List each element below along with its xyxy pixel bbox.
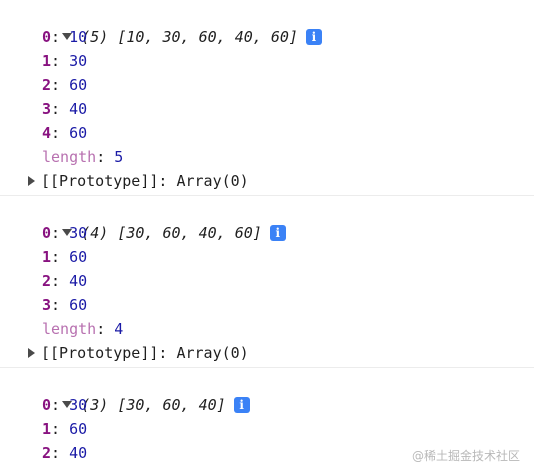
prototype-label: [[Prototype]] bbox=[41, 344, 159, 362]
array-length: length: 5 bbox=[42, 148, 124, 166]
array-summary[interactable]: (5) [10, 30, 60, 40, 60] i bbox=[0, 0, 534, 46]
item-key: 1 bbox=[42, 248, 52, 266]
array-summary[interactable]: (3) [30, 60, 40] i bbox=[0, 368, 534, 414]
item-key: 1 bbox=[42, 420, 52, 438]
item-value: 10 bbox=[69, 28, 88, 46]
item-value: 40 bbox=[69, 444, 88, 462]
item-key: 3 bbox=[42, 100, 52, 118]
item-value: 60 bbox=[69, 420, 88, 438]
item-value: 30 bbox=[69, 396, 88, 414]
array-length: length: 4 bbox=[42, 320, 124, 338]
array-log-entry: (4) [30, 60, 40, 60] i 0: 30 1: 60 2: 40 … bbox=[0, 196, 534, 368]
array-item: 0: 30 bbox=[42, 396, 88, 414]
length-key: length bbox=[42, 320, 97, 338]
array-item: 1: 60 bbox=[42, 420, 88, 438]
item-value: 60 bbox=[69, 248, 88, 266]
item-value: 60 bbox=[69, 124, 88, 142]
array-item: 0: 30 bbox=[42, 224, 88, 242]
item-key: 2 bbox=[42, 76, 52, 94]
array-item: 3: 60 bbox=[42, 296, 88, 314]
console-output: (5) [10, 30, 60, 40, 60] i 0: 10 1: 30 2:… bbox=[0, 0, 534, 476]
item-key: 2 bbox=[42, 272, 52, 290]
array-summary[interactable]: (4) [30, 60, 40, 60] i bbox=[0, 196, 534, 242]
prototype-value: Array(0) bbox=[176, 344, 249, 362]
item-key: 1 bbox=[42, 52, 52, 70]
array-item: 3: 40 bbox=[42, 100, 88, 118]
length-key: length bbox=[42, 148, 97, 166]
item-key: 0 bbox=[42, 224, 52, 242]
item-value: 60 bbox=[69, 296, 88, 314]
prototype-row[interactable]: [[Prototype]]: Array(0) bbox=[0, 169, 534, 193]
array-item: 0: 10 bbox=[42, 28, 88, 46]
array-item: 4: 60 bbox=[42, 124, 88, 142]
item-value: 60 bbox=[69, 76, 88, 94]
array-item: 2: 60 bbox=[42, 76, 88, 94]
array-log-entry: (5) [10, 30, 60, 40, 60] i 0: 10 1: 30 2:… bbox=[0, 0, 534, 196]
prototype-row[interactable]: [[Prototype]]: Array(0) bbox=[0, 341, 534, 365]
length-value: 4 bbox=[114, 320, 124, 338]
triangle-right-icon[interactable] bbox=[28, 348, 35, 358]
prototype-value: Array(0) bbox=[176, 172, 249, 190]
item-key: 3 bbox=[42, 296, 52, 314]
item-value: 40 bbox=[69, 100, 88, 118]
triangle-right-icon[interactable] bbox=[28, 176, 35, 186]
length-value: 5 bbox=[114, 148, 124, 166]
item-value: 30 bbox=[69, 224, 88, 242]
array-item: 2: 40 bbox=[42, 272, 88, 290]
item-key: 2 bbox=[42, 444, 52, 462]
prototype-label: [[Prototype]] bbox=[41, 172, 159, 190]
array-item: 1: 30 bbox=[42, 52, 88, 70]
watermark: @稀土掘金技术社区 bbox=[411, 449, 520, 463]
item-value: 40 bbox=[69, 272, 88, 290]
item-key: 0 bbox=[42, 28, 52, 46]
item-key: 0 bbox=[42, 396, 52, 414]
item-value: 30 bbox=[69, 52, 88, 70]
item-key: 4 bbox=[42, 124, 52, 142]
array-item: 1: 60 bbox=[42, 248, 88, 266]
